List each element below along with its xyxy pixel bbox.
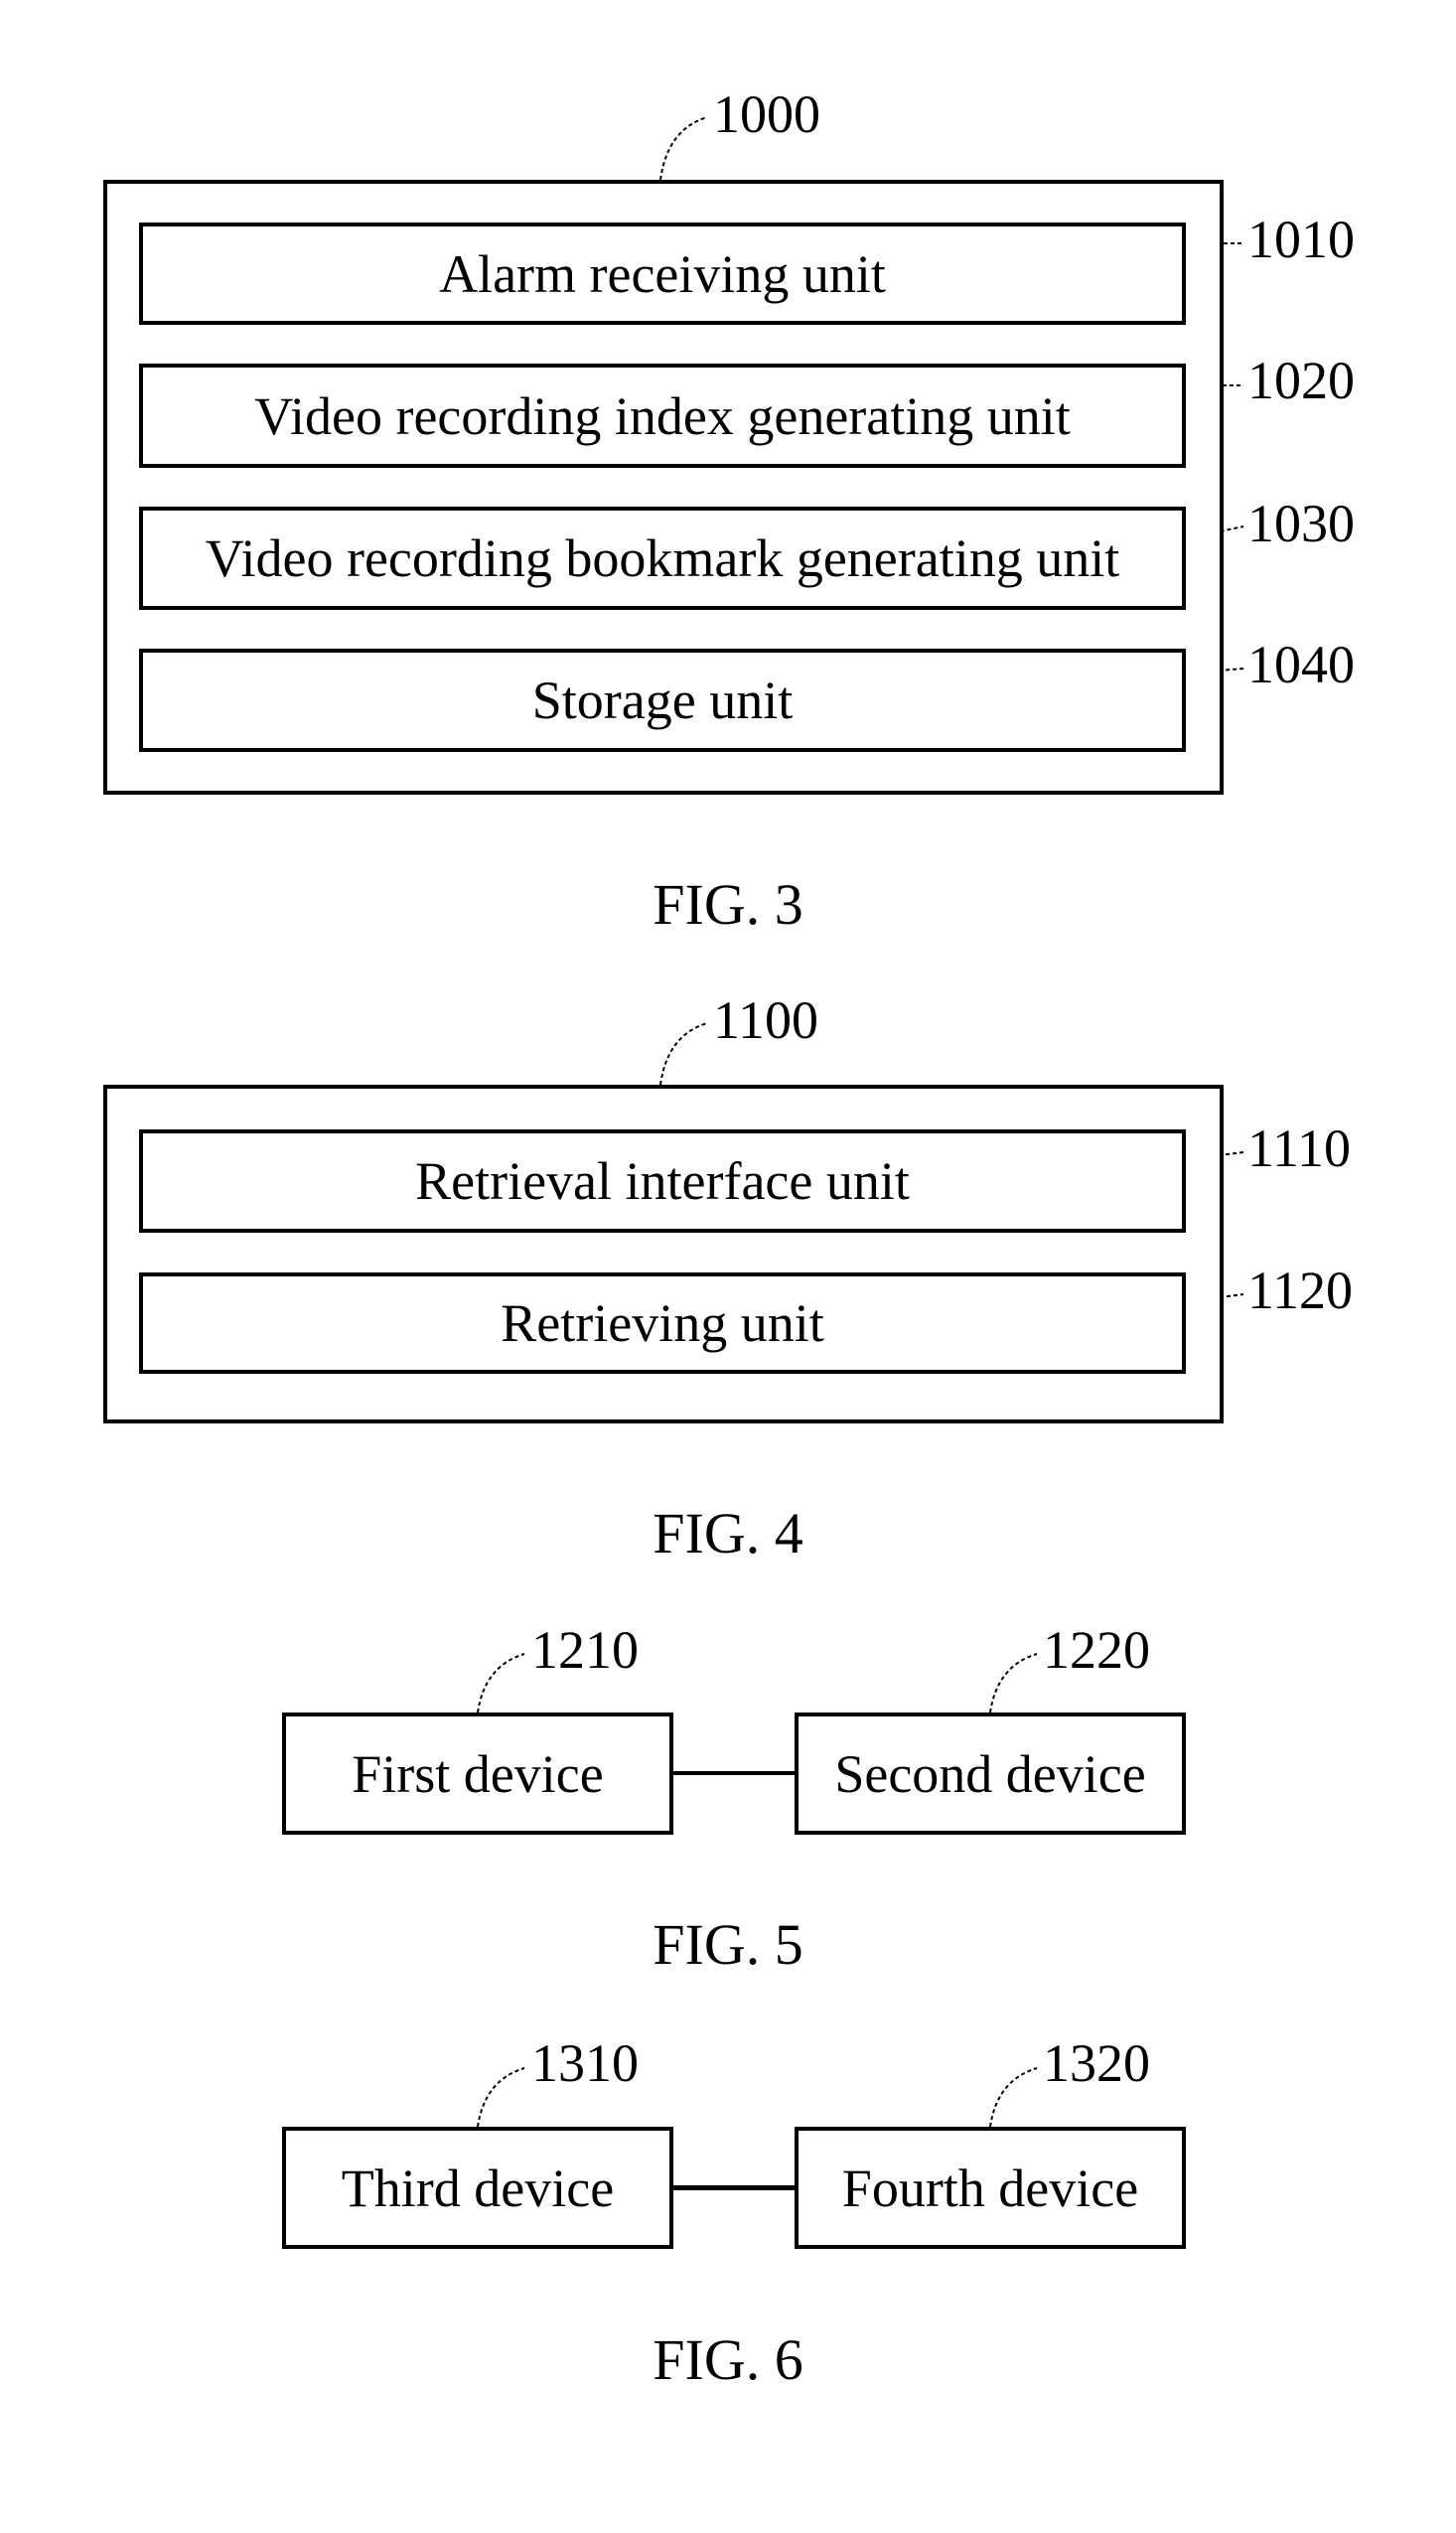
- unit-ref-1020: 1020: [1247, 351, 1355, 410]
- device-label: Fourth device: [841, 2158, 1139, 2218]
- unit-label: Video recording bookmark generating unit: [205, 528, 1120, 588]
- device-ref-1210: 1210: [531, 1620, 639, 1680]
- device-connection-line: [673, 1771, 795, 1775]
- fig3-caption: FIG. 3: [653, 872, 803, 937]
- first-device-box: First device: [282, 1713, 673, 1835]
- unit-label: Retrieval interface unit: [415, 1151, 910, 1211]
- second-device-box: Second device: [795, 1713, 1186, 1835]
- fig5-caption: FIG. 5: [653, 1912, 803, 1977]
- unit-label: Alarm receiving unit: [439, 243, 886, 304]
- unit-ref-1030: 1030: [1247, 494, 1355, 553]
- third-device-box: Third device: [282, 2127, 673, 2249]
- leader-1220: [989, 1653, 1038, 1714]
- fourth-device-box: Fourth device: [795, 2127, 1186, 2249]
- fig6-caption: FIG. 6: [653, 2327, 803, 2392]
- retrieval-interface-unit-box: Retrieval interface unit: [139, 1129, 1186, 1233]
- unit-label: Video recording index generating unit: [254, 385, 1071, 446]
- device-ref-1220: 1220: [1043, 1620, 1150, 1680]
- fig4-container-ref: 1100: [713, 990, 818, 1050]
- device-label: First device: [352, 1743, 604, 1804]
- device-connection-line: [673, 2185, 795, 2190]
- leader-1310: [477, 2067, 525, 2128]
- leader-1100: [659, 1022, 708, 1086]
- device-label: Third device: [341, 2158, 615, 2218]
- unit-ref-1120: 1120: [1247, 1261, 1353, 1320]
- leader-1210: [477, 1653, 525, 1714]
- fig3-container-ref: 1000: [713, 84, 820, 144]
- video-recording-index-generating-unit-box: Video recording index generating unit: [139, 364, 1186, 468]
- unit-ref-1110: 1110: [1247, 1118, 1351, 1178]
- device-ref-1320: 1320: [1043, 2033, 1150, 2093]
- unit-ref-1040: 1040: [1247, 635, 1355, 694]
- retrieving-unit-box: Retrieving unit: [139, 1272, 1186, 1374]
- device-ref-1310: 1310: [531, 2033, 639, 2093]
- device-label: Second device: [834, 1743, 1146, 1804]
- storage-unit-box: Storage unit: [139, 649, 1186, 752]
- leader-1320: [989, 2067, 1038, 2128]
- alarm-receiving-unit-box: Alarm receiving unit: [139, 223, 1186, 325]
- leader-1000: [659, 116, 708, 181]
- fig4-caption: FIG. 4: [653, 1501, 803, 1565]
- unit-label: Retrieving unit: [501, 1293, 824, 1353]
- video-recording-bookmark-generating-unit-box: Video recording bookmark generating unit: [139, 507, 1186, 610]
- unit-label: Storage unit: [531, 670, 794, 730]
- unit-ref-1010: 1010: [1247, 210, 1355, 269]
